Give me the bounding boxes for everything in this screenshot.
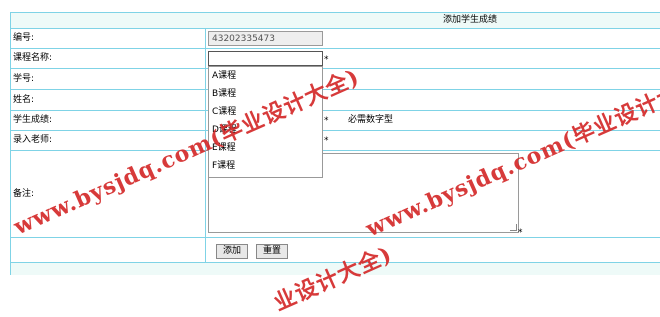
score-hint: 必需数字型 — [348, 115, 394, 125]
course-option[interactable]: C课程 — [212, 106, 236, 118]
form-table: 添加学生成绩 — [0, 0, 660, 275]
label-student-id-code: 编号: — [13, 33, 35, 43]
grid-line — [10, 12, 660, 13]
label-remark: 备注: — [13, 189, 35, 199]
title-row — [10, 12, 660, 28]
course-option[interactable]: B课程 — [212, 88, 236, 100]
footer-row — [10, 263, 660, 275]
reset-button[interactable]: 重置 — [256, 244, 288, 259]
grid-line — [10, 28, 660, 29]
course-option[interactable]: E课程 — [212, 142, 236, 154]
course-option[interactable]: D课程 — [212, 124, 237, 136]
grid-line — [10, 89, 660, 90]
required-mark: * — [324, 116, 329, 126]
course-dropdown-list[interactable]: A课程 B课程 C课程 D课程 E课程 F课程 — [208, 66, 323, 178]
course-option[interactable]: A课程 — [212, 70, 236, 82]
grid-line — [10, 237, 660, 238]
required-mark: * — [324, 136, 329, 146]
resize-grip-icon[interactable] — [510, 224, 517, 231]
student-id-code-field[interactable] — [208, 31, 323, 46]
label-name: 姓名: — [13, 95, 35, 105]
grid-line — [10, 110, 660, 111]
course-name-select[interactable] — [208, 51, 323, 66]
label-teacher: 录入老师: — [13, 135, 53, 145]
grid-line — [10, 150, 660, 151]
required-mark: * — [324, 55, 329, 65]
required-mark: * — [518, 228, 523, 238]
label-student-no: 学号: — [13, 74, 35, 84]
label-course-name: 课程名称: — [13, 53, 53, 63]
label-score: 学生成绩: — [13, 115, 53, 125]
grid-line — [10, 48, 660, 49]
grid-line — [10, 12, 11, 275]
form-title: 添加学生成绩 — [443, 15, 498, 25]
grid-line — [205, 28, 206, 262]
add-button[interactable]: 添加 — [216, 244, 248, 259]
grid-line — [10, 68, 660, 69]
course-option[interactable]: F课程 — [212, 160, 235, 172]
grid-line — [10, 130, 660, 131]
